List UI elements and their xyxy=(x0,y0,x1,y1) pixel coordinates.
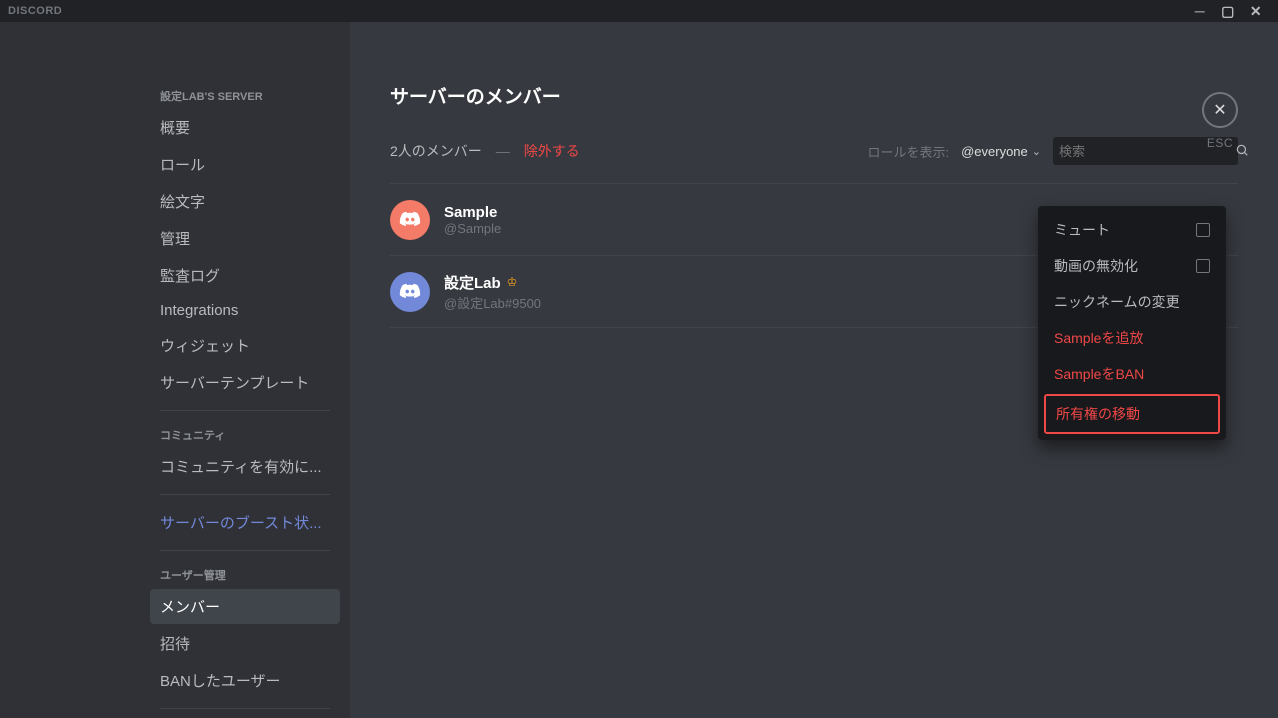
sidebar-item-template[interactable]: サーバーテンプレート xyxy=(150,365,340,400)
window-close-button[interactable]: ✕ xyxy=(1242,3,1270,20)
role-filter-label: ロールを表示: xyxy=(867,142,949,161)
sidebar-item-moderation[interactable]: 管理 xyxy=(150,221,340,256)
chevron-down-icon: ⌄ xyxy=(1032,145,1041,158)
discord-logo-icon xyxy=(399,209,421,231)
sidebar-item-bans[interactable]: BANしたユーザー xyxy=(150,663,340,698)
close-settings-button[interactable]: ✕ xyxy=(1202,92,1238,128)
discord-logo-icon xyxy=(399,281,421,303)
content-area: サーバーのメンバー ✕ ESC 2人のメンバー — 除外する ロールを表示: @… xyxy=(350,22,1278,718)
ctx-ban[interactable]: SampleをBAN xyxy=(1044,356,1220,392)
member-tag: @Sample xyxy=(444,221,501,236)
sidebar-item-auditlog[interactable]: 監査ログ xyxy=(150,258,340,293)
ctx-transfer-ownership[interactable]: 所有権の移動 xyxy=(1044,394,1220,434)
avatar xyxy=(390,200,430,240)
sidebar-header-server: 設定LAB'S SERVER xyxy=(150,82,340,110)
sidebar-item-invites[interactable]: 招待 xyxy=(150,626,340,661)
app-titlebar: DISCORD ─ ▢ ✕ xyxy=(0,0,1278,22)
sidebar-item-enable-community[interactable]: コミュニティを有効に... xyxy=(150,449,340,484)
checkbox-icon xyxy=(1196,223,1210,237)
ctx-disable-video[interactable]: 動画の無効化 xyxy=(1044,248,1220,284)
ctx-change-nickname[interactable]: ニックネームの変更 xyxy=(1044,284,1220,320)
owner-crown-icon: ♔ xyxy=(507,275,518,289)
ctx-kick[interactable]: Sampleを追放 xyxy=(1044,320,1220,356)
member-username: 設定Lab xyxy=(444,272,501,293)
settings-sidebar: 設定LAB'S SERVER 概要 ロール 絵文字 管理 監査ログ Integr… xyxy=(0,22,350,718)
member-count: 2人のメンバー xyxy=(390,141,482,161)
member-context-menu: ミュート 動画の無効化 ニックネームの変更 Sampleを追放 SampleをB… xyxy=(1038,206,1226,440)
separator-dash: — xyxy=(494,143,512,159)
sidebar-header-usermgmt: ユーザー管理 xyxy=(150,561,340,589)
close-icon: ✕ xyxy=(1213,100,1226,120)
sidebar-item-widget[interactable]: ウィジェット xyxy=(150,328,340,363)
avatar xyxy=(390,272,430,312)
esc-label: ESC xyxy=(1207,136,1233,150)
sidebar-header-community: コミュニティ xyxy=(150,421,340,449)
sidebar-item-roles[interactable]: ロール xyxy=(150,147,340,182)
sidebar-item-emoji[interactable]: 絵文字 xyxy=(150,184,340,219)
discord-wordmark: DISCORD xyxy=(8,5,62,17)
role-filter-select[interactable]: @everyone ⌄ xyxy=(961,144,1041,159)
member-username: Sample xyxy=(444,204,497,221)
checkbox-icon xyxy=(1196,259,1210,273)
sidebar-item-overview[interactable]: 概要 xyxy=(150,110,340,145)
sidebar-item-integrations[interactable]: Integrations xyxy=(150,295,340,326)
sidebar-item-members[interactable]: メンバー xyxy=(150,589,340,624)
member-tag: @設定Lab#9500 xyxy=(444,293,541,312)
prune-link[interactable]: 除外する xyxy=(524,141,580,161)
sidebar-item-boost[interactable]: サーバーのブースト状... xyxy=(150,505,340,540)
page-title: サーバーのメンバー xyxy=(390,82,1238,109)
ctx-mute[interactable]: ミュート xyxy=(1044,212,1220,248)
window-maximize-button[interactable]: ▢ xyxy=(1214,3,1242,20)
window-minimize-button[interactable]: ─ xyxy=(1186,3,1214,19)
